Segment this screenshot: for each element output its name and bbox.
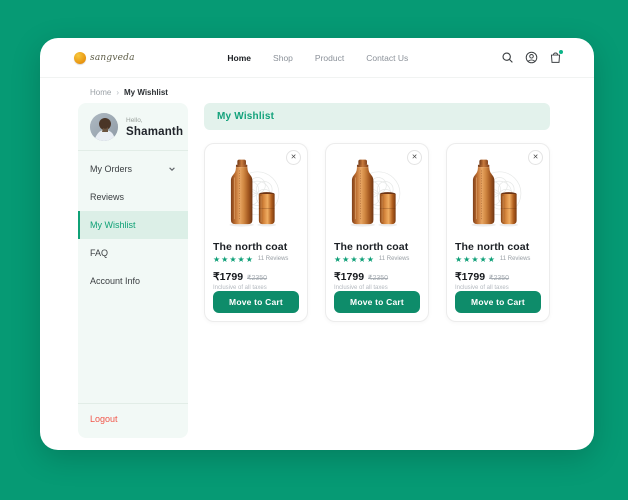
cart-icon[interactable]	[549, 51, 562, 64]
breadcrumb: Home › My Wishlist	[40, 78, 594, 97]
star-rating-icons: ★★★★★	[213, 255, 254, 264]
sidebar-item-label: My Orders	[90, 164, 132, 174]
price-row: ₹1799 ₹2350	[334, 271, 420, 283]
review-count: 11 Reviews	[379, 256, 410, 262]
product-card: ✕ The north coat ★★★★★ 11 Reviews ₹1799 …	[446, 143, 550, 322]
remove-from-wishlist-button[interactable]: ✕	[407, 150, 422, 165]
current-price: ₹1799	[334, 271, 364, 283]
brand-logo[interactable]: sangveda	[74, 52, 135, 64]
breadcrumb-current: My Wishlist	[124, 88, 168, 97]
app-window: sangveda Home Shop Product Contact Us	[40, 38, 594, 450]
sidebar-item-label: Reviews	[90, 192, 124, 202]
sidebar-menu: My Orders Reviews My Wishlist FAQ Accoun…	[78, 151, 188, 299]
logo-flower-icon	[74, 52, 86, 64]
product-name: The north coat	[455, 241, 541, 253]
remove-from-wishlist-button[interactable]: ✕	[286, 150, 301, 165]
product-image	[455, 155, 541, 236]
price-row: ₹1799 ₹2350	[455, 271, 541, 283]
product-name: The north coat	[213, 241, 299, 253]
move-to-cart-button[interactable]: Move to Cart	[213, 291, 299, 313]
product-card: ✕ The north coat ★★★★★ 11 Reviews ₹1799 …	[204, 143, 308, 322]
logo-text: sangveda	[90, 53, 135, 63]
main-nav: Home Shop Product Contact Us	[135, 53, 501, 63]
header-icons	[501, 51, 562, 64]
current-price: ₹1799	[455, 271, 485, 283]
sidebar-item-my-wishlist[interactable]: My Wishlist	[78, 211, 188, 239]
sidebar-item-my-orders[interactable]: My Orders	[78, 155, 188, 183]
top-nav-bar: sangveda Home Shop Product Contact Us	[40, 38, 594, 78]
product-image	[213, 155, 299, 236]
page-title: My Wishlist	[217, 111, 274, 122]
chevron-down-icon	[168, 165, 176, 173]
rating-row: ★★★★★ 11 Reviews	[334, 255, 420, 264]
original-price: ₹2350	[247, 274, 267, 282]
move-to-cart-button[interactable]: Move to Cart	[455, 291, 541, 313]
price-row: ₹1799 ₹2350	[213, 271, 299, 283]
sidebar-item-account-info[interactable]: Account Info	[78, 267, 188, 295]
star-rating-icons: ★★★★★	[334, 255, 375, 264]
account-sidebar: Hello, Shamanth My Orders Reviews My Wis…	[78, 103, 188, 438]
sidebar-item-faq[interactable]: FAQ	[78, 239, 188, 267]
current-price: ₹1799	[213, 271, 243, 283]
move-to-cart-button[interactable]: Move to Cart	[334, 291, 420, 313]
rating-row: ★★★★★ 11 Reviews	[213, 255, 299, 264]
sidebar-item-reviews[interactable]: Reviews	[78, 183, 188, 211]
nav-item-home[interactable]: Home	[227, 53, 251, 63]
nav-item-contact-us[interactable]: Contact Us	[366, 53, 408, 63]
username-text: Shamanth	[126, 126, 183, 138]
nav-item-shop[interactable]: Shop	[273, 53, 293, 63]
review-count: 11 Reviews	[258, 256, 289, 262]
star-rating-icons: ★★★★★	[455, 255, 496, 264]
main-content: My Wishlist ✕ The north coat ★★★★★ 11 Re…	[204, 103, 550, 322]
sidebar-item-label: FAQ	[90, 248, 108, 258]
original-price: ₹2350	[489, 274, 509, 282]
profile-block: Hello, Shamanth	[78, 103, 188, 150]
breadcrumb-home[interactable]: Home	[90, 88, 111, 97]
logout-button[interactable]: Logout	[78, 404, 188, 438]
search-icon[interactable]	[501, 51, 514, 64]
sidebar-spacer	[78, 299, 188, 403]
original-price: ₹2350	[368, 274, 388, 282]
sidebar-item-label: Account Info	[90, 276, 140, 286]
cart-badge-dot	[559, 50, 563, 54]
account-icon[interactable]	[525, 51, 538, 64]
breadcrumb-separator: ›	[116, 88, 119, 97]
product-image	[334, 155, 420, 236]
greeting-text: Hello,	[126, 117, 183, 124]
review-count: 11 Reviews	[500, 256, 531, 262]
page-title-banner: My Wishlist	[204, 103, 550, 130]
wishlist-grid: ✕ The north coat ★★★★★ 11 Reviews ₹1799 …	[204, 143, 550, 322]
rating-row: ★★★★★ 11 Reviews	[455, 255, 541, 264]
remove-from-wishlist-button[interactable]: ✕	[528, 150, 543, 165]
nav-item-product[interactable]: Product	[315, 53, 344, 63]
product-card: ✕ The north coat ★★★★★ 11 Reviews ₹1799 …	[325, 143, 429, 322]
sidebar-item-label: My Wishlist	[90, 220, 136, 230]
avatar	[90, 113, 118, 141]
product-name: The north coat	[334, 241, 420, 253]
